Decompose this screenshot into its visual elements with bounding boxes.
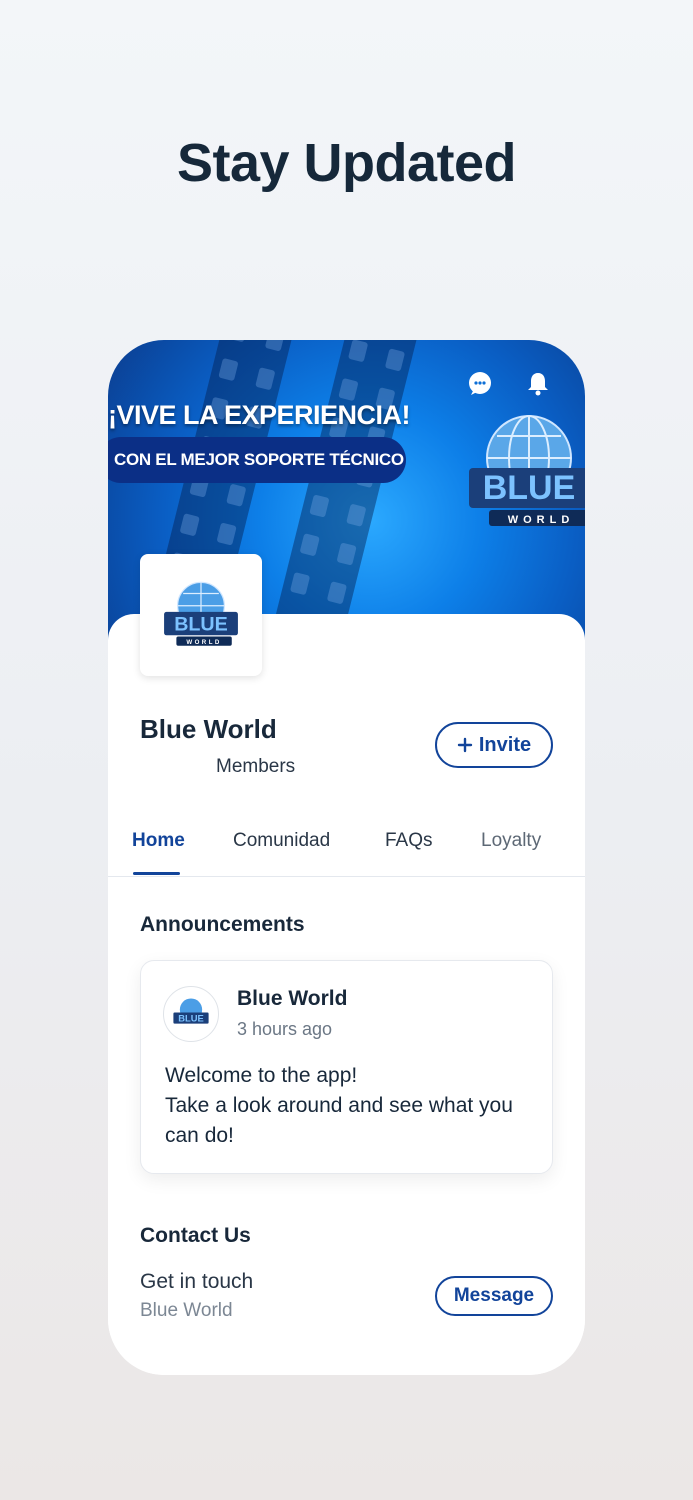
contact-title: Contact Us [140,1224,251,1247]
tab-home[interactable]: Home [132,830,185,852]
tab-faqs[interactable]: FAQs [385,830,433,852]
logo-subtext: WORLD [508,514,575,526]
author-avatar: BLUE [163,986,219,1042]
invite-button[interactable]: Invite [435,722,553,768]
members-label[interactable]: Members [216,756,295,778]
post-timestamp: 3 hours ago [237,1019,333,1039]
post-author[interactable]: Blue World [237,987,347,1011]
announcement-card[interactable]: BLUE Blue World 3 hours ago Welcome to t… [140,960,553,1174]
tab-loyalty[interactable]: Loyalty [481,830,541,852]
contact-sub: Blue World [140,1300,233,1321]
post-body: Welcome to the app! Take a look around a… [165,1061,535,1151]
group-name: Blue World [140,714,277,744]
logo-text: BLUE [174,613,228,635]
announcements-title: Announcements [140,913,305,936]
page-headline: Stay Updated [176,133,517,193]
tab-comunidad[interactable]: Comunidad [233,830,330,852]
post-line-2: Take a look around and see what you can … [165,1094,513,1147]
bell-icon[interactable] [525,370,551,396]
blue-world-logo: BLUE WORLD [469,415,585,526]
tab-bar: Home Comunidad FAQs Loyalty [108,826,585,877]
post-line-1: Welcome to the app! [165,1064,358,1087]
logo-text: BLUE [483,469,576,507]
blue-world-logo: BLUE WORLD [164,581,238,646]
logo-subtext: WORLD [186,639,221,646]
cover-subtitle: CON EL MEJOR SOPORTE TÉCNICO [108,437,406,483]
chat-icon[interactable] [467,370,493,396]
active-tab-indicator [133,872,180,875]
plus-icon [457,737,473,753]
phone-frame: ¡VIVE LA EXPERIENCIA! CON EL MEJOR SOPOR… [108,340,585,1375]
message-button[interactable]: Message [435,1276,553,1316]
group-avatar: BLUE WORLD [140,554,262,676]
invite-label: Invite [478,733,532,756]
blue-world-logo: BLUE [173,998,209,1024]
logo-text: BLUE [178,1013,204,1023]
cover-title: ¡VIVE LA EXPERIENCIA! [108,400,411,430]
contact-line: Get in touch [140,1270,254,1293]
